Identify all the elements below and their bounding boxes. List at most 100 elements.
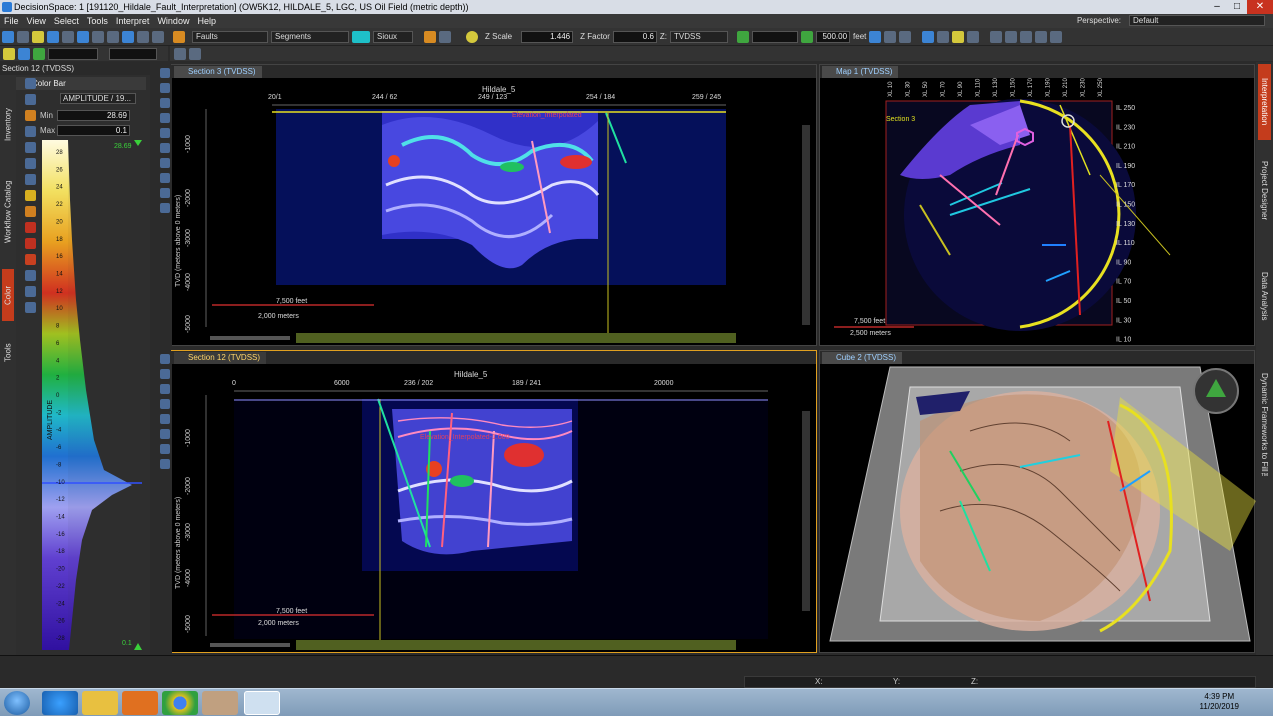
maximize-button[interactable]: □ [1227,0,1247,14]
media-icon[interactable] [122,691,158,715]
menu-window[interactable]: Window [153,16,193,26]
tab-inventory[interactable]: Inventory [2,95,14,155]
select-icon[interactable] [967,30,980,43]
menu-select[interactable]: Select [50,16,83,26]
clip-icon[interactable] [25,286,36,297]
pick-icon[interactable] [160,414,170,424]
add-node-icon[interactable] [25,142,36,153]
view-icon[interactable] [77,30,89,43]
step-back-icon[interactable] [737,30,750,43]
domain-select[interactable]: TVDSS [670,30,729,43]
nav-icon[interactable] [869,30,882,43]
copy-icon[interactable] [990,30,1003,43]
redo-icon[interactable] [439,30,451,43]
sync-icon[interactable] [25,94,36,105]
segments-select[interactable]: Segments [271,30,349,43]
fault-tool-icon[interactable] [173,30,185,43]
horizon-color-icon[interactable] [352,30,370,43]
section12-view[interactable]: Section 12 (TVDSS) Elevation_Interpolate… [158,350,817,654]
pick-icon[interactable] [952,30,965,43]
tab-interpretation[interactable]: Interpretation [1258,64,1271,140]
cascade-icon[interactable] [1020,30,1033,43]
zoom-out-icon[interactable] [160,369,170,379]
wand-icon[interactable] [3,47,15,60]
start-button[interactable] [4,691,30,715]
pointer-icon[interactable] [937,30,950,43]
section3-hscroll[interactable] [296,333,736,343]
full-icon[interactable] [1050,30,1063,43]
step-field[interactable]: 500.00 [816,30,851,43]
horizon-select[interactable]: Sioux [373,30,413,43]
contrast-icon[interactable] [25,206,36,217]
print-icon[interactable] [62,30,74,43]
tab-color[interactable]: Color [2,269,14,321]
ruler-icon[interactable] [160,143,170,153]
palette-icon[interactable] [25,110,36,121]
zfactor-field[interactable]: 0.6 [612,30,657,43]
zoom-out-icon[interactable] [160,83,170,93]
colorbar-graphic[interactable]: AMPLITUDE 2826242220181614121086420-2-4-… [42,140,142,650]
tree-icon[interactable] [33,47,45,60]
minimize-button[interactable]: – [1207,0,1227,14]
layout-icon[interactable] [47,30,59,43]
fault-icon[interactable] [160,203,170,213]
pan-icon[interactable] [160,98,170,108]
histogram-icon[interactable] [25,270,36,281]
node-icon[interactable] [25,126,36,137]
pan-icon[interactable] [160,384,170,394]
tab-project-designer[interactable]: Project Designer [1258,146,1271,236]
section12-zoom-slider[interactable] [210,643,290,647]
rotate-icon[interactable] [884,30,897,43]
decisionspace-taskbar-icon[interactable] [244,691,280,715]
menu-help[interactable]: Help [193,16,220,26]
menu-view[interactable]: View [23,16,50,26]
fill-icon[interactable] [25,238,36,249]
pick-icon[interactable] [160,128,170,138]
open-icon[interactable] [17,30,29,43]
layers-icon[interactable] [160,459,170,469]
tile-icon[interactable] [1005,30,1018,43]
split-icon[interactable] [1035,30,1048,43]
table-icon[interactable] [189,47,201,60]
tab-workflow-catalog[interactable]: Workflow Catalog [2,167,14,257]
menu-file[interactable]: File [0,16,23,26]
tab-tools[interactable]: Tools [2,333,14,373]
attribute-select[interactable]: AMPLITUDE / 19... [60,93,136,104]
zscale-field[interactable]: 1.446 [521,30,574,43]
zoom-in-icon[interactable] [160,68,170,78]
horizon-icon[interactable] [160,188,170,198]
sun-icon[interactable] [466,30,478,43]
system-clock[interactable]: 4:39 PM 11/20/2019 [1200,692,1239,712]
fit-icon[interactable] [160,399,170,409]
stretch-icon[interactable] [25,190,36,201]
slider-field[interactable] [752,30,799,43]
chart-icon[interactable] [18,47,30,60]
layers-icon[interactable] [160,173,170,183]
flip-icon[interactable] [25,174,36,185]
ie-icon[interactable] [42,691,78,715]
window-icon[interactable] [92,30,104,43]
section3-zoom-slider[interactable] [210,336,290,340]
pan-icon[interactable] [899,30,912,43]
brush-icon[interactable] [25,222,36,233]
fit-icon[interactable] [160,113,170,123]
flag-icon[interactable] [922,30,935,43]
map1-view[interactable]: Map 1 (TVDSS) Section 3 IL 250 IL 230 IL 2… [819,64,1255,346]
cube-icon[interactable] [122,30,134,43]
filter-field[interactable] [109,47,157,60]
faults-select[interactable]: Faults [192,30,268,43]
paint-icon[interactable] [202,691,238,715]
refresh-icon[interactable] [25,78,36,89]
section-icon[interactable] [137,30,149,43]
camera-icon[interactable] [160,444,170,454]
menu-tools[interactable]: Tools [83,16,112,26]
list-icon[interactable] [174,47,186,60]
cube2-view[interactable]: Cube 2 (TVDSS) [819,350,1256,653]
step-forward-icon[interactable] [801,30,814,43]
tab-dynamic-frameworks[interactable]: Dynamic Frameworks to Fill™ [1258,352,1271,502]
section12-vscroll[interactable] [802,411,810,611]
gradient-icon[interactable] [25,254,36,265]
camera-icon[interactable] [160,158,170,168]
reset-icon[interactable] [25,302,36,313]
section3-view[interactable]: Section 3 (TVDSS) Elevation_Interpolated… [158,64,817,347]
